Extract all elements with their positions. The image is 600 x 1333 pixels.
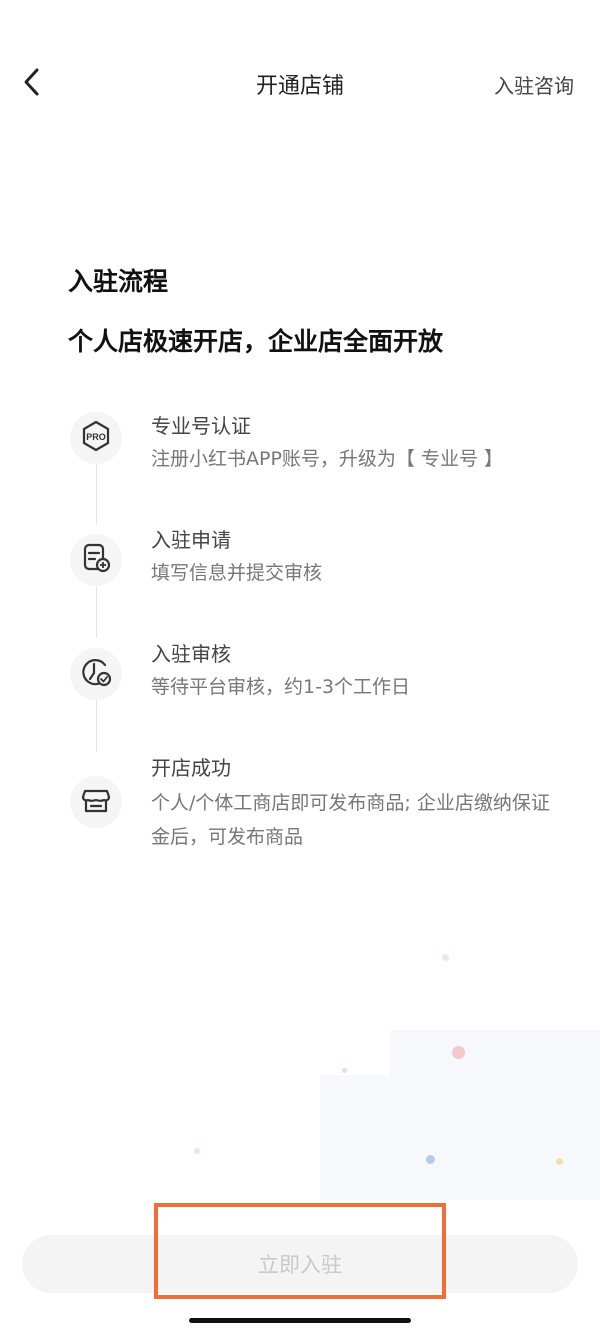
step-title: 专业号认证 [151,414,251,438]
decor-dot [342,1068,347,1073]
decor-block [320,1075,390,1200]
store-icon [79,783,113,821]
step-title: 入驻申请 [151,528,231,552]
timeline-connector [96,464,97,524]
decor-block [390,1030,600,1200]
step-description: 个人/个体工商店即可发布商品; 企业店缴纳保证金后，可发布商品 [151,792,550,848]
process-title: 入驻流程 [68,267,169,296]
step-icon-wrap [70,776,122,828]
timeline-connector [96,692,97,752]
step-icon-wrap: PRO [70,412,122,464]
decor-dot [452,1046,465,1059]
step-description: 等待平台审核，约1-3个工作日 [151,676,411,698]
highlight-box [154,1203,446,1299]
decor-dot [426,1155,435,1164]
step-icon-wrap [70,534,122,586]
clock-check-icon [79,655,113,693]
step-description: 注册小红书APP账号，升级为【 专业号 】 [151,448,503,470]
step-title: 入驻审核 [151,642,231,666]
decor-dot [194,1148,200,1154]
consult-link[interactable]: 入驻咨询 [494,70,574,99]
home-indicator [189,1318,411,1323]
decorative-background [0,900,600,1200]
timeline-connector [96,578,97,638]
decor-dot [442,954,449,961]
step-title: 开店成功 [151,756,231,780]
decor-dot [556,1158,563,1165]
nav-bar: 开通店铺 入驻咨询 [0,0,600,168]
step-description: 填写信息并提交审核 [151,562,323,584]
process-subtitle: 个人店极速开店，企业店全面开放 [68,327,444,356]
pro-badge-icon: PRO [79,419,113,457]
svg-text:PRO: PRO [86,432,106,442]
form-add-icon [79,541,113,579]
step-icon-wrap [70,648,122,700]
